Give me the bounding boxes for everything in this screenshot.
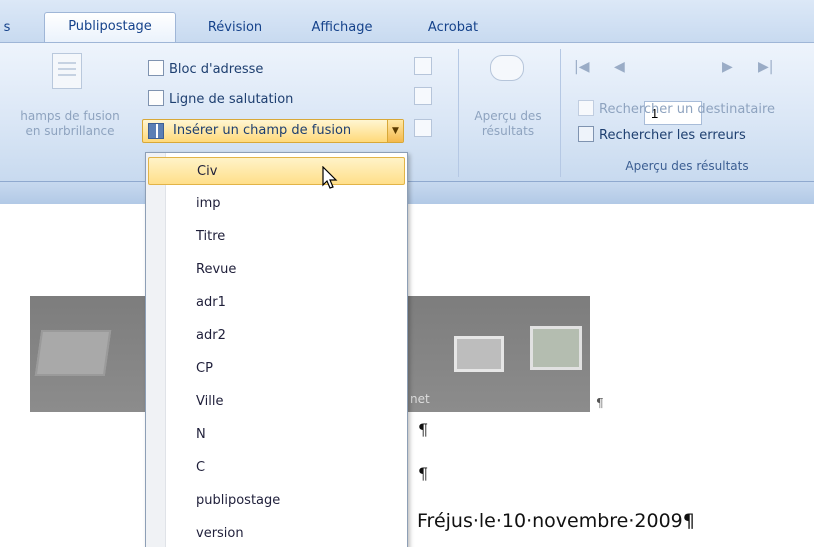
- tab-acrobat[interactable]: Acrobat: [412, 14, 494, 42]
- last-record-icon[interactable]: ▶|: [758, 59, 773, 75]
- highlight-fields-icon: [52, 53, 82, 89]
- pilcrow-mark: ¶: [418, 464, 429, 483]
- insert-merge-field-button[interactable]: Insérer un champ de fusion ▼: [142, 119, 404, 143]
- first-record-icon[interactable]: |◀: [574, 59, 589, 75]
- menu-item-imp[interactable]: imp: [148, 190, 405, 218]
- monitor-image: [454, 336, 504, 372]
- menu-item-c[interactable]: C: [148, 454, 405, 482]
- ribbon-tab-strip: s Publipostage Révision Affichage Acroba…: [0, 0, 814, 43]
- menu-item-publipostage[interactable]: publipostage: [148, 487, 405, 515]
- tab-publipostage[interactable]: Publipostage: [44, 12, 176, 43]
- merge-field-grid-icon: [148, 123, 164, 139]
- tab-partial[interactable]: s: [0, 14, 14, 42]
- address-block-button[interactable]: Bloc d'adresse: [148, 59, 263, 81]
- mouse-cursor-icon: [322, 166, 338, 189]
- tab-affichage[interactable]: Affichage: [292, 14, 392, 42]
- insert-merge-field-label: Insérer un champ de fusion: [173, 123, 352, 138]
- greeting-line-label: Ligne de salutation: [169, 92, 294, 107]
- greeting-line-icon: [148, 90, 164, 106]
- preview-results-icon: [490, 55, 524, 81]
- preview-button-line2: résultats: [481, 124, 535, 138]
- next-record-icon[interactable]: ▶: [722, 59, 733, 75]
- merge-field-dropdown: Civ imp Titre Revue adr1 adr2 CP Ville N…: [145, 152, 408, 547]
- menu-item-adr2[interactable]: adr2: [148, 322, 405, 350]
- highlight-merge-fields-button[interactable]: hamps de fusion en surbrillance: [0, 109, 140, 139]
- menu-item-revue[interactable]: Revue: [148, 256, 405, 284]
- menu-item-cp[interactable]: CP: [148, 355, 405, 383]
- menu-item-titre[interactable]: Titre: [148, 223, 405, 251]
- menu-item-adr1[interactable]: adr1: [148, 289, 405, 317]
- find-recipient-icon: [578, 100, 594, 116]
- menu-item-ville[interactable]: Ville: [148, 388, 405, 416]
- match-fields-icon[interactable]: [414, 87, 432, 105]
- preview-results-button[interactable]: Aperçu des résultats: [462, 109, 554, 139]
- tab-revision[interactable]: Révision: [190, 14, 280, 42]
- image-caption: net: [410, 392, 430, 406]
- pilcrow-mark: ¶: [418, 420, 429, 439]
- previous-record-icon[interactable]: ◀: [614, 59, 625, 75]
- menu-item-version[interactable]: version: [148, 520, 405, 547]
- date-line: Fréjus·le·10·novembre·2009¶: [417, 510, 695, 532]
- menu-item-civ[interactable]: Civ: [148, 157, 405, 185]
- laptop-image: [34, 330, 112, 376]
- check-errors-label: Rechercher les erreurs: [599, 128, 746, 143]
- find-recipient-label: Rechercher un destinataire: [599, 102, 776, 117]
- check-errors-icon: [578, 126, 594, 142]
- menu-item-n[interactable]: N: [148, 421, 405, 449]
- check-errors-button[interactable]: Rechercher les erreurs: [578, 125, 746, 147]
- pilcrow-mark: ¶: [596, 396, 604, 410]
- highlight-button-line2: en surbrillance: [25, 124, 115, 138]
- update-labels-icon[interactable]: [414, 119, 432, 137]
- group-divider: [458, 49, 459, 177]
- address-block-icon: [148, 60, 164, 76]
- highlight-button-line1: hamps de fusion: [20, 109, 120, 123]
- rules-icon[interactable]: [414, 57, 432, 75]
- chevron-down-icon[interactable]: ▼: [387, 120, 403, 142]
- group-label-apercu: Aperçu des résultats: [625, 159, 749, 173]
- greeting-line-button[interactable]: Ligne de salutation: [148, 89, 293, 111]
- imac-image: [530, 326, 582, 370]
- address-block-label: Bloc d'adresse: [169, 62, 264, 77]
- preview-button-line1: Aperçu des: [474, 109, 542, 123]
- find-recipient-button[interactable]: Rechercher un destinataire: [578, 99, 775, 121]
